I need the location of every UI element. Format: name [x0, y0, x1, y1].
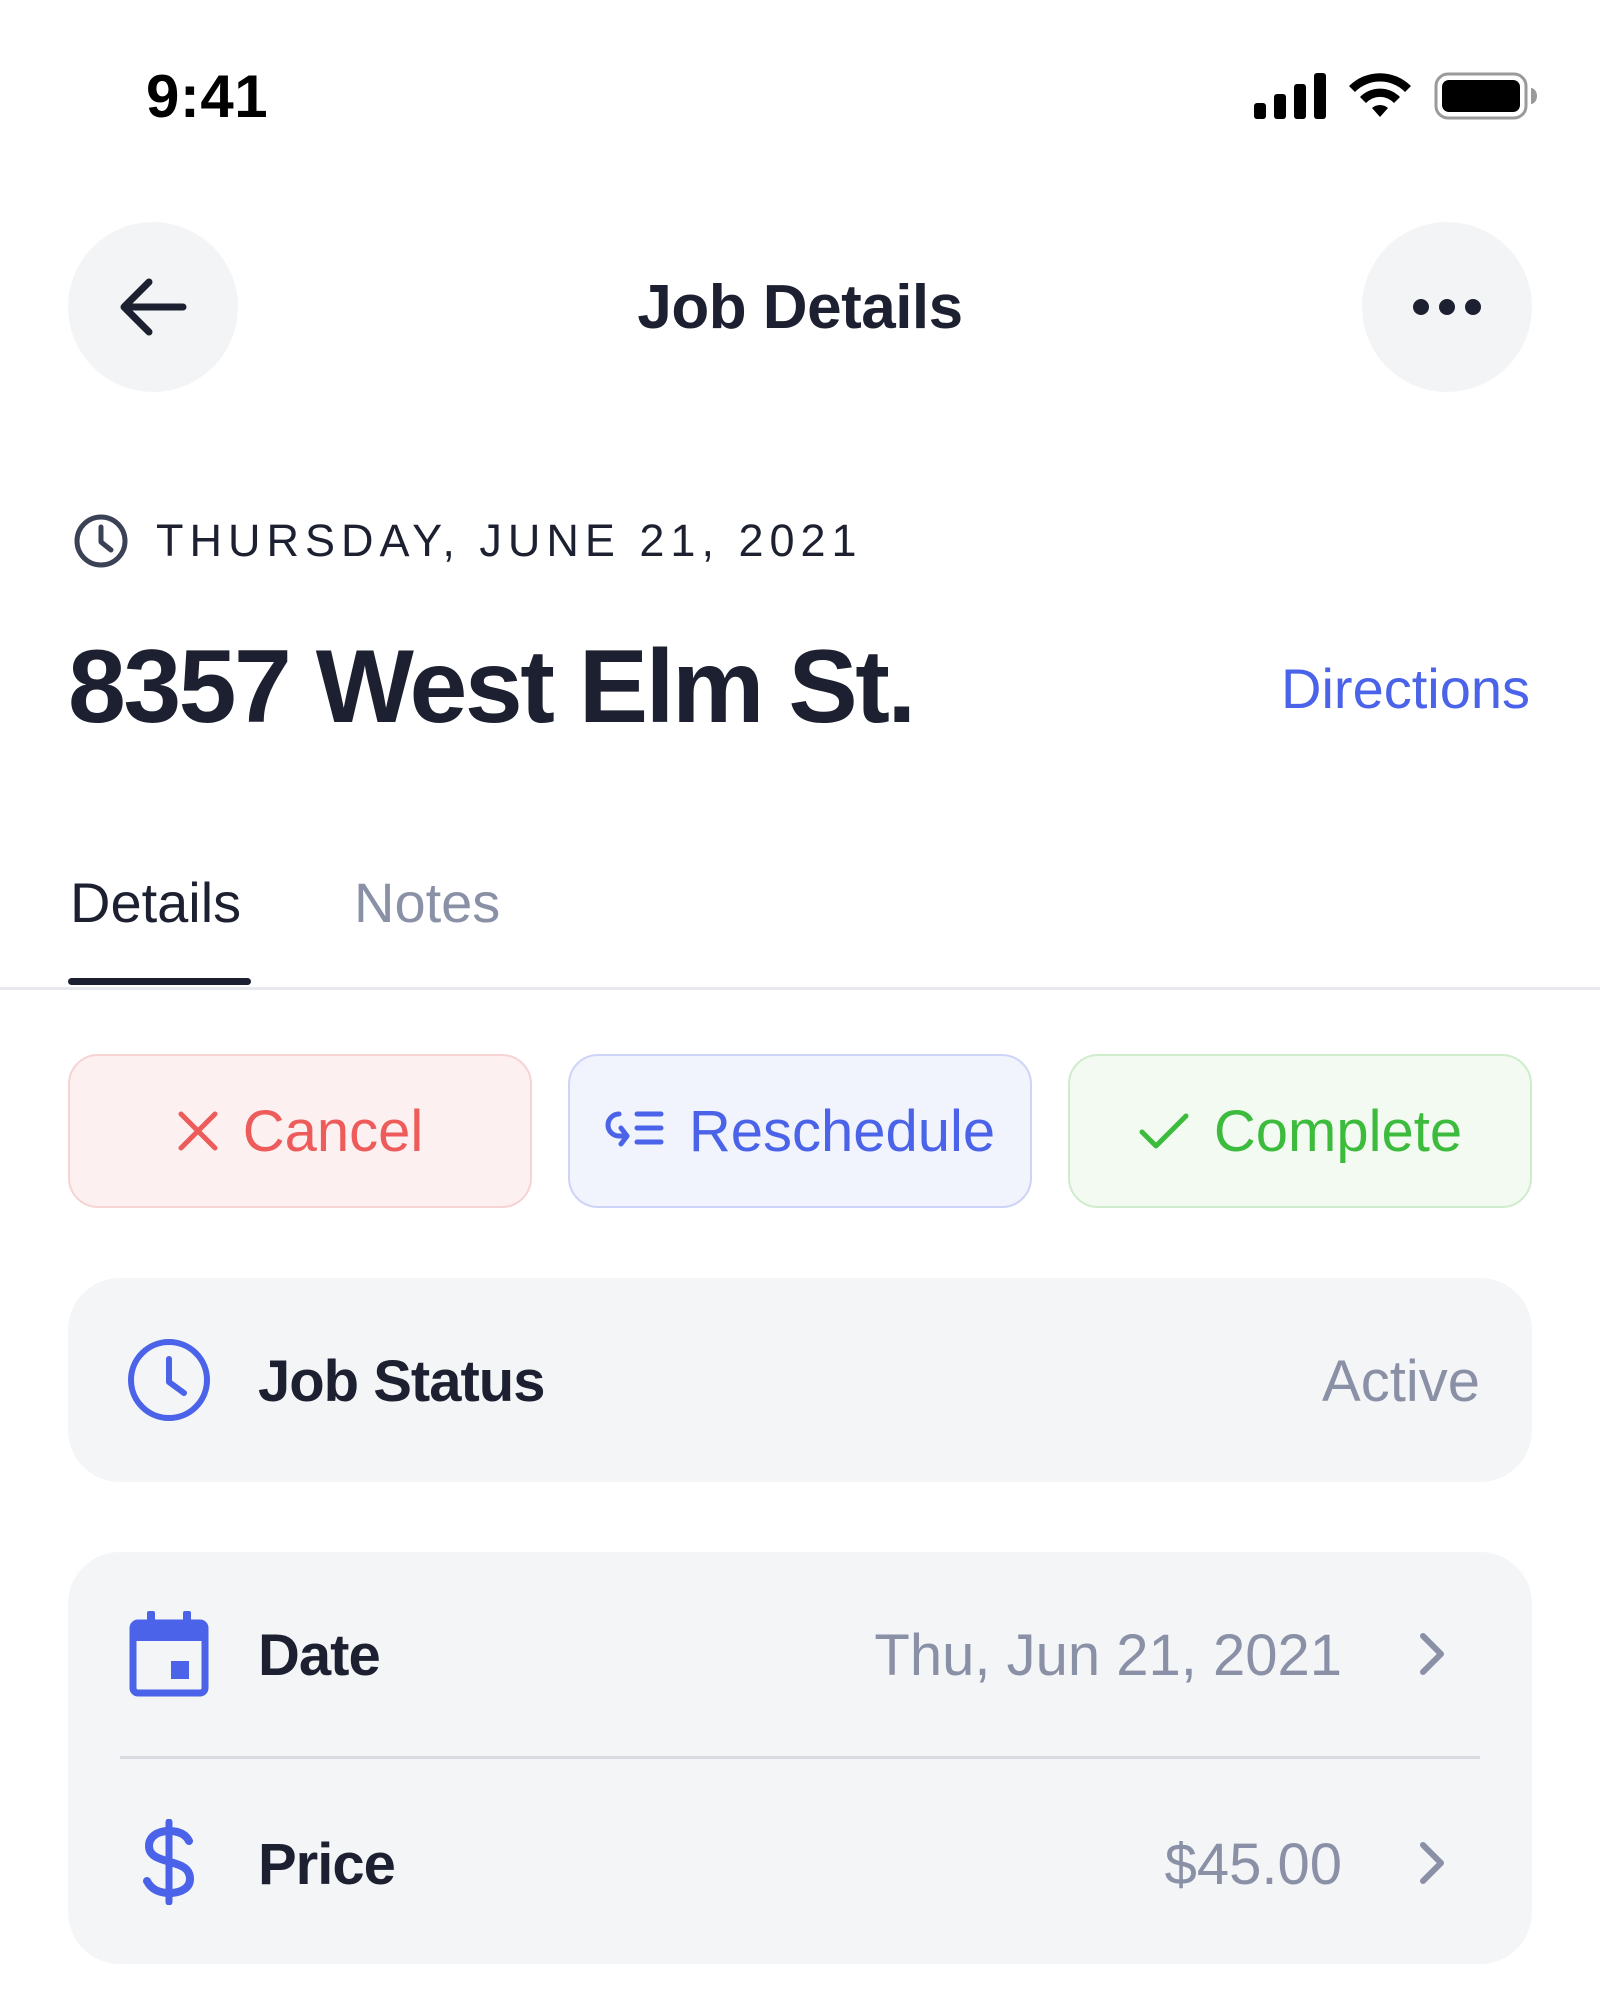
status-bar: 9:41 [0, 0, 1600, 200]
cancel-label: Cancel [242, 1098, 424, 1164]
ellipsis-icon [1413, 299, 1481, 315]
job-address: 8357 West Elm St. [68, 629, 916, 745]
complete-label: Complete [1213, 1098, 1463, 1164]
reschedule-label: Reschedule [688, 1098, 996, 1164]
checkmark-icon [1139, 1113, 1189, 1149]
chevron-right-icon [1412, 1833, 1452, 1893]
job-date-row: THURSDAY, JUNE 21, 2021 [72, 512, 863, 570]
chevron-right-icon [1412, 1624, 1452, 1684]
status-icons [1254, 72, 1538, 120]
tab-details[interactable]: Details [70, 870, 241, 935]
calendar-icon [126, 1611, 212, 1697]
clock-icon [74, 514, 128, 568]
tab-notes[interactable]: Notes [354, 870, 500, 935]
job-details-card: Date Thu, Jun 21, 2021 Price $45.00 [68, 1552, 1532, 1964]
date-value: Thu, Jun 21, 2021 [874, 1623, 1342, 1688]
battery-icon [1434, 72, 1537, 120]
status-time: 9:41 [146, 63, 269, 130]
wifi-icon [1349, 73, 1411, 117]
close-icon [178, 1111, 218, 1151]
more-options-button[interactable] [1362, 222, 1532, 392]
dollar-icon [126, 1819, 212, 1905]
date-row[interactable]: Date Thu, Jun 21, 2021 [68, 1552, 1532, 1756]
price-label: Price [258, 1832, 396, 1897]
job-date: THURSDAY, JUNE 21, 2021 [156, 515, 863, 566]
active-tab-indicator [68, 978, 251, 985]
cellular-signal-icon [1254, 73, 1326, 119]
reschedule-icon [605, 1111, 664, 1147]
job-status-row: Job Status Active [68, 1278, 1532, 1482]
reschedule-button[interactable]: Reschedule [568, 1054, 1032, 1208]
page-title: Job Details [637, 273, 963, 342]
job-status-value: Active [1322, 1349, 1480, 1414]
job-status-card: Job Status Active [68, 1278, 1532, 1482]
status-clock-icon [126, 1337, 212, 1423]
complete-button[interactable]: Complete [1068, 1054, 1532, 1208]
action-buttons: Cancel Reschedule Complete [68, 1054, 1532, 1208]
cancel-button[interactable]: Cancel [68, 1054, 532, 1208]
date-label: Date [258, 1623, 381, 1688]
tab-bar: Details Notes [0, 860, 1600, 990]
directions-link[interactable]: Directions [1281, 656, 1530, 721]
job-status-label: Job Status [258, 1349, 545, 1414]
price-row[interactable]: Price $45.00 [68, 1759, 1532, 1964]
price-value: $45.00 [1164, 1832, 1342, 1897]
app-header: Job Details [0, 222, 1600, 392]
